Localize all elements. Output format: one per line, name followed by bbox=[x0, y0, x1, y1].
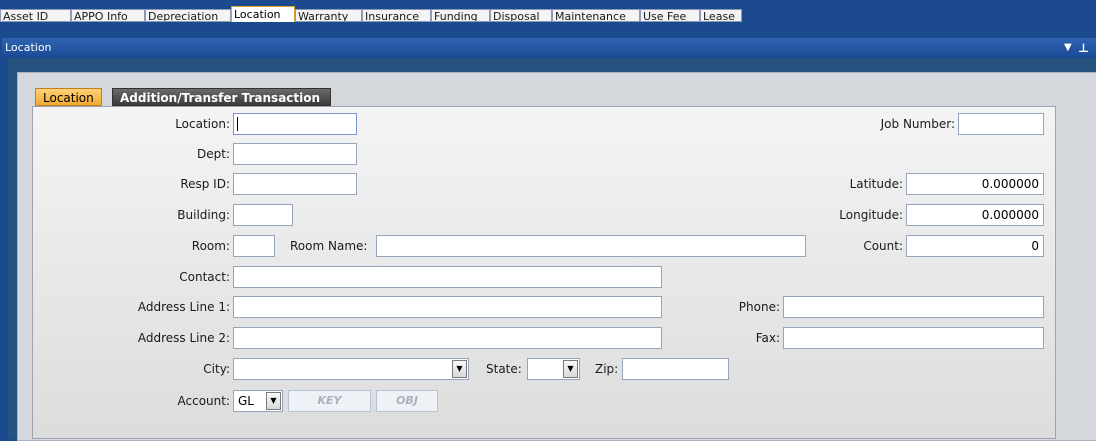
location-input[interactable] bbox=[233, 113, 357, 135]
job-number-label: Job Number: bbox=[880, 117, 955, 131]
state-label: State: bbox=[486, 362, 522, 376]
room-input[interactable] bbox=[233, 235, 275, 257]
city-select[interactable]: ▼ bbox=[233, 358, 469, 380]
account-dropdown-arrow-icon[interactable]: ▼ bbox=[266, 392, 281, 410]
account-obj-input[interactable]: OBJ bbox=[376, 390, 438, 412]
tab-depreciation[interactable]: Depreciation bbox=[145, 9, 231, 22]
zip-input[interactable] bbox=[622, 358, 729, 380]
location-label: Location: bbox=[175, 117, 230, 131]
longitude-input[interactable]: 0.000000 bbox=[906, 204, 1044, 226]
account-key-input[interactable]: KEY bbox=[288, 390, 371, 412]
tab-warranty[interactable]: Warranty bbox=[295, 9, 362, 22]
dropdown-arrow-icon[interactable]: ▼ bbox=[1064, 38, 1072, 58]
fax-label: Fax: bbox=[755, 331, 780, 345]
contact-label: Contact: bbox=[179, 270, 230, 284]
tab-appo-info[interactable]: APPO Info bbox=[71, 9, 145, 22]
text-caret bbox=[237, 117, 238, 131]
account-value: GL bbox=[238, 394, 254, 408]
state-select[interactable]: ▼ bbox=[527, 358, 580, 380]
panel-header: Location ▼ ⊥ bbox=[2, 38, 1096, 58]
pin-icon[interactable]: ⊥ bbox=[1078, 38, 1089, 58]
inner-tab-location[interactable]: Location bbox=[35, 88, 102, 106]
room-name-label: Room Name: bbox=[290, 239, 368, 253]
fax-input[interactable] bbox=[783, 327, 1044, 349]
tab-use-fee[interactable]: Use Fee bbox=[640, 9, 700, 22]
longitude-label: Longitude: bbox=[839, 208, 903, 222]
resp-id-label: Resp ID: bbox=[180, 177, 230, 191]
zip-label: Zip: bbox=[595, 362, 619, 376]
account-label: Account: bbox=[177, 394, 231, 408]
tab-funding[interactable]: Funding bbox=[431, 9, 490, 22]
contact-input[interactable] bbox=[233, 266, 662, 288]
state-dropdown-arrow-icon[interactable]: ▼ bbox=[563, 360, 578, 378]
count-input[interactable]: 0 bbox=[906, 235, 1044, 257]
tab-asset-id[interactable]: Asset ID bbox=[0, 9, 71, 22]
city-dropdown-arrow-icon[interactable]: ▼ bbox=[452, 360, 467, 378]
address-line-2-input[interactable] bbox=[233, 327, 662, 349]
building-input[interactable] bbox=[233, 204, 293, 226]
address-line-2-label: Address Line 2: bbox=[137, 331, 230, 345]
account-select[interactable]: GL ▼ bbox=[233, 390, 283, 412]
tab-lease[interactable]: Lease bbox=[700, 9, 742, 22]
room-name-input[interactable] bbox=[376, 235, 806, 257]
tab-maintenance[interactable]: Maintenance bbox=[552, 9, 640, 22]
panel-title: Location bbox=[5, 41, 52, 54]
phone-input[interactable] bbox=[783, 296, 1044, 318]
tab-insurance[interactable]: Insurance bbox=[362, 9, 431, 22]
latitude-input[interactable]: 0.000000 bbox=[906, 173, 1044, 195]
job-number-input[interactable] bbox=[958, 113, 1044, 135]
city-label: City: bbox=[203, 362, 230, 376]
count-label: Count: bbox=[863, 239, 903, 253]
inner-tab-addition-transfer[interactable]: Addition/Transfer Transaction bbox=[112, 88, 331, 106]
dept-label: Dept: bbox=[197, 147, 230, 161]
tab-location[interactable]: Location bbox=[231, 6, 295, 22]
room-label: Room: bbox=[191, 239, 230, 253]
tab-strip-spacer bbox=[0, 22, 1096, 38]
address-line-1-input[interactable] bbox=[233, 296, 662, 318]
latitude-label: Latitude: bbox=[849, 177, 903, 191]
dept-input[interactable] bbox=[233, 143, 357, 165]
address-line-1-label: Address Line 1: bbox=[137, 300, 230, 314]
tab-disposal[interactable]: Disposal bbox=[490, 9, 552, 22]
resp-id-input[interactable] bbox=[233, 173, 357, 195]
building-label: Building: bbox=[177, 208, 230, 222]
module-tab-strip: Asset ID APPO Info Depreciation Location… bbox=[0, 0, 1096, 22]
phone-label: Phone: bbox=[738, 300, 780, 314]
